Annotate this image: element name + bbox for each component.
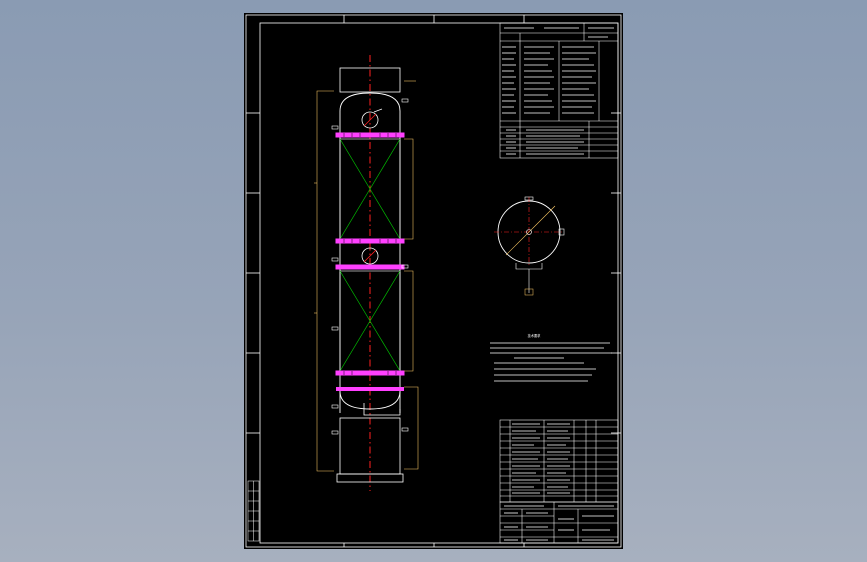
technical-notes: 技术要求	[490, 333, 612, 382]
title-block	[499, 501, 619, 544]
liquid-distributor-upper	[361, 108, 383, 129]
technical-notes-title: 技术要求	[528, 333, 542, 338]
parts-list-table	[499, 419, 619, 503]
packing-bed-upper	[339, 138, 401, 240]
vessel-plan-view	[494, 196, 565, 296]
drawing-sheet: 技术要求	[244, 13, 623, 549]
design-data-content	[502, 27, 614, 155]
vessel-elevation	[314, 55, 419, 491]
design-data-table	[499, 22, 619, 159]
parts-list-content	[512, 423, 570, 494]
dimension-lines	[314, 80, 419, 472]
left-revision-strip	[247, 480, 260, 542]
